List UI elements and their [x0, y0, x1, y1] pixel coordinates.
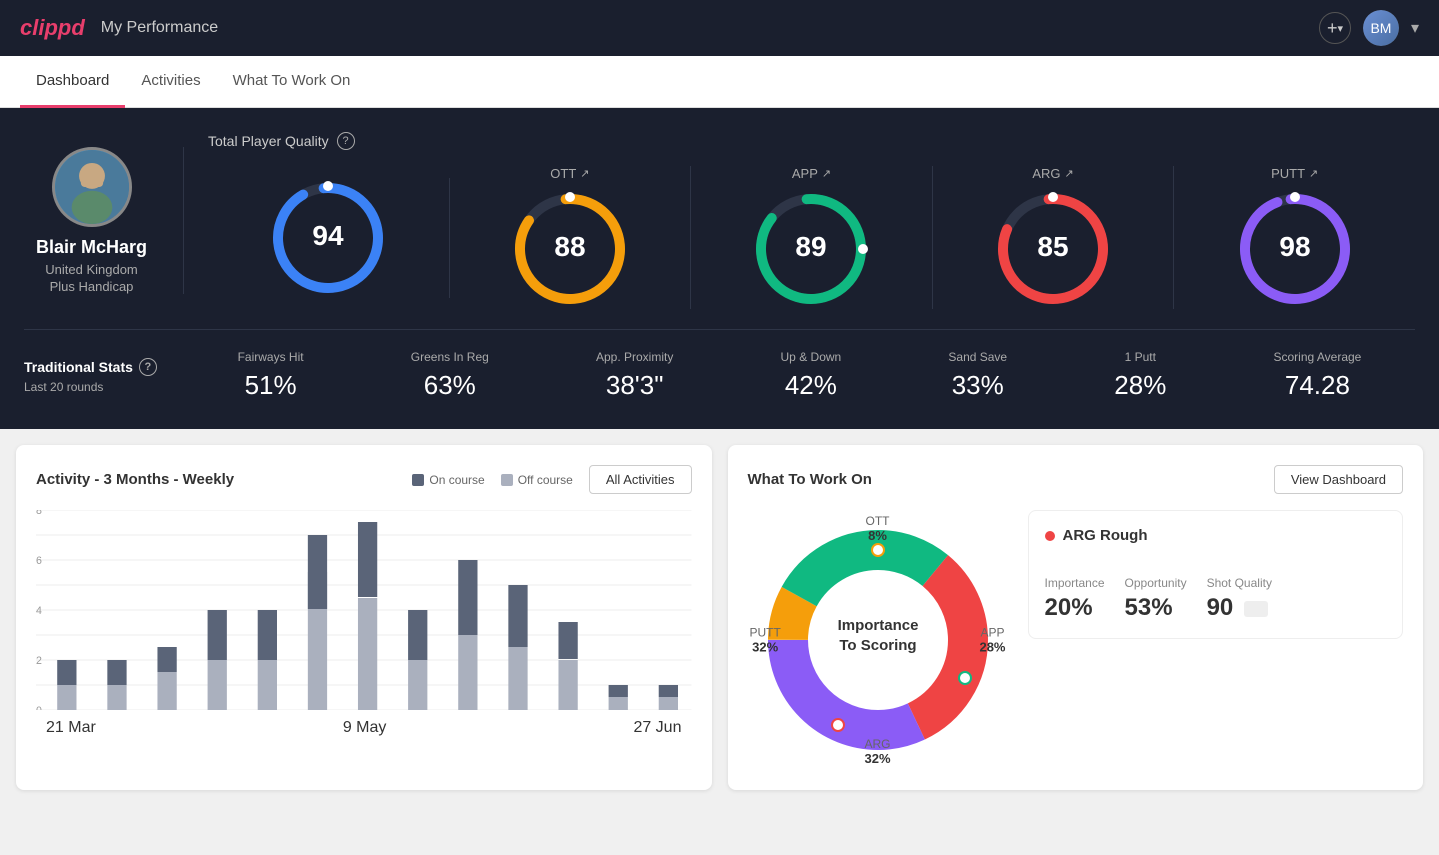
gauge-overall: 94 — [208, 178, 450, 298]
quality-gauges: 94 OTT ↗ 88 — [208, 166, 1415, 309]
trad-stats-grid: Fairways Hit 51% Greens In Reg 63% App. … — [184, 350, 1415, 401]
gauge-app: APP ↗ 89 — [691, 166, 933, 309]
player-name: Blair McHarg — [36, 237, 147, 258]
stat-up-down: Up & Down 42% — [781, 350, 842, 401]
chart-x-labels: 21 Mar 9 May 27 Jun — [36, 719, 692, 737]
avatar: BM — [1363, 10, 1399, 46]
view-dashboard-button[interactable]: View Dashboard — [1274, 465, 1403, 494]
arrow-icon: ↗ — [1309, 167, 1318, 180]
quality-header: Total Player Quality ? — [208, 132, 1415, 150]
stats-top: Blair McHarg United Kingdom Plus Handica… — [24, 132, 1415, 309]
putt-label: PUTT ↗ — [1271, 166, 1318, 181]
svg-text:98: 98 — [1279, 231, 1310, 262]
svg-text:Importance: Importance — [837, 617, 918, 634]
chart-label-3: 27 Jun — [633, 719, 681, 737]
tab-what-to-work-on[interactable]: What To Work On — [217, 56, 367, 108]
player-handicap: Plus Handicap — [50, 279, 134, 294]
wtwo-metric-card: ARG Rough Importance 20% Opportunity 53%… — [1028, 510, 1404, 639]
svg-text:0: 0 — [36, 705, 42, 710]
ott-label: OTT ↗ — [550, 166, 589, 181]
chart-label-1: 21 Mar — [46, 719, 96, 737]
activity-chart-title: Activity - 3 Months - Weekly — [36, 471, 234, 488]
arg-label: ARG ↗ — [1032, 166, 1073, 181]
chevron-down-icon: ▾ — [1411, 18, 1419, 38]
stats-section: Blair McHarg United Kingdom Plus Handica… — [0, 108, 1439, 429]
wtwo-metric-opportunity: Opportunity 53% — [1125, 576, 1187, 622]
activity-panel-header: Activity - 3 Months - Weekly On course O… — [36, 465, 692, 494]
bottom-panels: Activity - 3 Months - Weekly On course O… — [0, 429, 1439, 806]
activity-panel: Activity - 3 Months - Weekly On course O… — [16, 445, 712, 790]
arrow-icon: ↗ — [580, 167, 589, 180]
svg-text:2: 2 — [36, 655, 42, 667]
stat-scoring-avg: Scoring Average 74.28 — [1274, 350, 1362, 401]
donut-chart: Importance To Scoring — [748, 510, 1008, 770]
trad-stats-period: Last 20 rounds — [24, 380, 184, 394]
svg-text:88: 88 — [554, 231, 585, 262]
what-to-work-on-panel: What To Work On View Dashboard — [728, 445, 1424, 790]
chart-label-2: 9 May — [343, 719, 387, 737]
on-course-dot — [412, 474, 424, 486]
legend-off-course: Off course — [501, 473, 573, 487]
trad-stats-label: Traditional Stats ? Last 20 rounds — [24, 358, 184, 394]
app-header: clippd My Performance + ▾ BM ▾ — [0, 0, 1439, 56]
gauge-arg: ARG ↗ 85 — [933, 166, 1175, 309]
app-logo: clippd — [20, 15, 85, 41]
wtwo-header: What To Work On View Dashboard — [748, 465, 1404, 494]
arrow-icon: ↗ — [822, 167, 831, 180]
svg-text:4: 4 — [36, 605, 42, 617]
gauge-putt: PUTT ↗ 98 — [1174, 166, 1415, 309]
all-activities-button[interactable]: All Activities — [589, 465, 692, 494]
stat-1putt: 1 Putt 28% — [1114, 350, 1166, 401]
svg-text:89: 89 — [796, 231, 827, 262]
shot-quality-badge — [1244, 601, 1268, 617]
nav-tabs: Dashboard Activities What To Work On — [0, 56, 1439, 108]
plus-icon: + — [1327, 18, 1338, 39]
help-icon[interactable]: ? — [337, 132, 355, 150]
quality-section: Total Player Quality ? 94 OTT — [184, 132, 1415, 309]
wtwo-card-title: ARG Rough — [1045, 527, 1387, 560]
svg-text:To Scoring: To Scoring — [839, 637, 916, 654]
svg-text:6: 6 — [36, 555, 42, 567]
stat-proximity: App. Proximity 38'3" — [596, 350, 673, 401]
quality-title: Total Player Quality — [208, 133, 329, 149]
stat-greens: Greens In Reg 63% — [411, 350, 489, 401]
wtwo-metric-shot-quality: Shot Quality 90 — [1207, 576, 1272, 622]
app-label: APP ↗ — [792, 166, 831, 181]
wtwo-metrics: Importance 20% Opportunity 53% Shot Qual… — [1045, 576, 1387, 622]
off-course-dot — [501, 474, 513, 486]
wtwo-title: What To Work On — [748, 471, 872, 488]
add-button[interactable]: + ▾ — [1319, 12, 1351, 44]
wtwo-metric-importance: Importance 20% — [1045, 576, 1105, 622]
page-title: My Performance — [101, 19, 218, 37]
card-dot — [1045, 531, 1055, 541]
svg-text:94: 94 — [313, 220, 345, 251]
player-card: Blair McHarg United Kingdom Plus Handica… — [24, 147, 184, 294]
app-label: APP 28% — [979, 626, 1005, 655]
traditional-stats: Traditional Stats ? Last 20 rounds Fairw… — [24, 329, 1415, 401]
help-icon[interactable]: ? — [139, 358, 157, 376]
donut-chart-container: Importance To Scoring OTT 8% APP 28% ARG… — [748, 510, 1008, 770]
wtwo-content: Importance To Scoring OTT 8% APP 28% ARG… — [748, 510, 1404, 770]
header-left: clippd My Performance — [20, 15, 218, 41]
svg-text:85: 85 — [1038, 231, 1069, 262]
tab-activities[interactable]: Activities — [125, 56, 216, 108]
gauge-ott: OTT ↗ 88 — [450, 166, 692, 309]
arg-label: ARG 32% — [864, 737, 890, 766]
player-country: United Kingdom — [45, 262, 138, 277]
header-right: + ▾ BM ▾ — [1319, 10, 1419, 46]
putt-label: PUTT 32% — [750, 626, 781, 655]
activity-chart: 8 6 4 2 0 — [36, 510, 692, 730]
ott-label: OTT 8% — [866, 514, 890, 543]
chart-legend: On course Off course — [412, 473, 573, 487]
stat-fairways: Fairways Hit 51% — [238, 350, 304, 401]
arrow-icon: ↗ — [1065, 167, 1074, 180]
trad-stats-title: Traditional Stats ? — [24, 358, 184, 376]
tab-dashboard[interactable]: Dashboard — [20, 56, 125, 108]
avatar — [52, 147, 132, 227]
user-avatar-button[interactable]: BM — [1363, 10, 1399, 46]
stat-sand-save: Sand Save 33% — [948, 350, 1007, 401]
svg-text:8: 8 — [36, 510, 42, 517]
chevron-down-icon: ▾ — [1337, 22, 1343, 35]
legend-on-course: On course — [412, 473, 484, 487]
